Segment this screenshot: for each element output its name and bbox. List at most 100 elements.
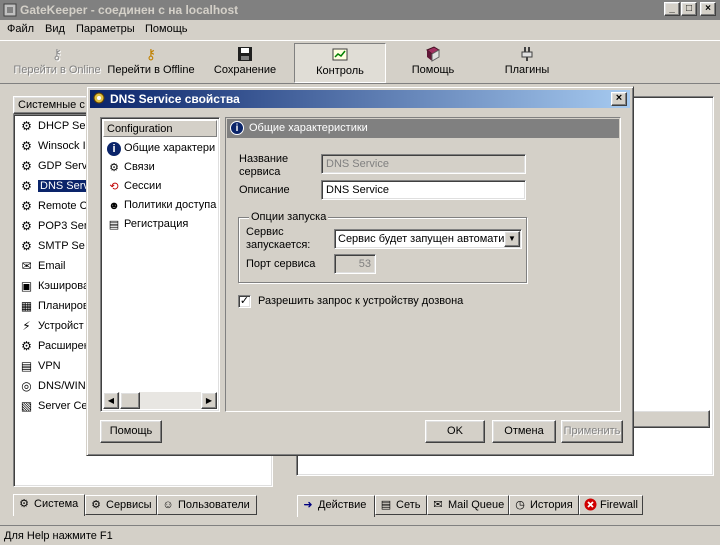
tab-network[interactable]: ▤ Сеть [375, 495, 427, 515]
general-properties-panel: i Общие характеристики Название сервиса … [225, 117, 621, 412]
scroll-left-arrow-icon[interactable]: ◀ [103, 392, 119, 409]
tab-mail-queue-label: Mail Queue [448, 499, 505, 511]
services-icon: ⚙ [91, 499, 101, 511]
control-label: Контроль [316, 65, 364, 77]
menu-bar: Файл Вид Параметры Помощь [0, 20, 720, 40]
tab-users[interactable]: ☺ Пользователи [157, 495, 257, 515]
monitor-chart-icon [331, 47, 349, 63]
dns-wins-icon: ◎ [21, 379, 32, 393]
list-item-label: Winsock I [38, 140, 86, 152]
go-offline-label: Перейти в Offline [107, 64, 195, 76]
apply-button[interactable]: Применить [561, 420, 623, 443]
help-button[interactable]: Помощь [100, 420, 162, 443]
tab-action[interactable]: ➜ Действие [297, 495, 375, 517]
tab-history-label: История [530, 499, 573, 511]
users-icon: ☺ [162, 499, 174, 511]
nav-item-general[interactable]: i Общие характери [106, 140, 218, 159]
key-disconnect-icon: ⚷ [145, 46, 157, 62]
gatekeeper-app-icon [3, 3, 17, 17]
tab-users-label: Пользователи [178, 499, 250, 511]
scroll-thumb[interactable] [120, 392, 140, 409]
log-document-icon: ▤ [108, 219, 120, 231]
dns-properties-dialog: DNS Service свойства × Configuration i Об… [86, 86, 634, 456]
start-mode-value: Сервис будет запущен автомати [338, 233, 505, 245]
section-header: i Общие характеристики [227, 119, 619, 138]
dialog-title-bar: DNS Service свойства × [90, 90, 630, 108]
port-label: Порт сервиса [246, 258, 316, 270]
config-nav-tree[interactable]: Configuration i Общие характери ⚙ Связи ⟲ С… [100, 117, 220, 412]
description-field[interactable]: DNS Service [321, 180, 526, 200]
horizontal-scrollbar[interactable]: ◀ ▶ [103, 392, 217, 409]
list-item-label: Расширен [38, 340, 90, 352]
section-title: Общие характеристики [249, 122, 368, 134]
nav-item-label: Общие характери [124, 142, 216, 154]
info-icon: i [107, 142, 121, 156]
nav-item-links[interactable]: ⚙ Связи [106, 159, 218, 178]
port-field: 53 [334, 254, 376, 274]
service-name-label: Название сервиса [239, 153, 289, 178]
links-icon: ⚙ [109, 162, 119, 174]
maximize-button[interactable]: □ [681, 2, 697, 16]
extension-icon: ⚙ [21, 339, 32, 353]
allow-dialup-label[interactable]: Разрешить запрос к устройству дозвона [258, 295, 463, 308]
description-label: Описание [239, 184, 290, 196]
close-button[interactable]: × [700, 2, 716, 16]
save-button[interactable]: Сохранение [200, 43, 290, 83]
main-title-bar: GateKeeper - соединен с на localhost _ □… [0, 0, 720, 20]
scheduler-icon: ▦ [20, 299, 33, 313]
plugins-button[interactable]: Плагины [484, 43, 570, 83]
plug-icon [518, 46, 536, 62]
list-item-label: POP3 Ser [38, 220, 88, 232]
go-online-button[interactable]: ⚷ Перейти в Online [10, 43, 104, 83]
tab-system[interactable]: ⚙ Система [13, 494, 85, 516]
list-item-label: Server Ce [38, 400, 88, 412]
ok-button[interactable]: OK [425, 420, 485, 443]
nav-item-access-policies[interactable]: ☻ Политики доступа [106, 197, 218, 216]
allow-dialup-checkbox[interactable]: ✓ [238, 295, 251, 308]
network-icon: ▤ [380, 499, 392, 511]
menu-view[interactable]: Вид [45, 23, 65, 35]
nav-item-label: Сессии [124, 180, 162, 192]
help-toolbar-button[interactable]: Помощь [390, 43, 476, 83]
tab-firewall[interactable]: Firewall [579, 495, 643, 515]
tab-mail-queue[interactable]: ✉ Mail Queue [427, 495, 509, 515]
list-item-label: Планиров [38, 300, 89, 312]
dialog-close-button[interactable]: × [611, 92, 627, 106]
menu-help[interactable]: Помощь [145, 23, 188, 35]
list-item-label: Email [38, 260, 66, 272]
info-icon: i [230, 121, 244, 135]
action-icon: ➜ [303, 499, 313, 511]
tab-history[interactable]: ◷ История [509, 495, 579, 515]
floppy-disk-icon [236, 46, 254, 62]
sessions-icon: ⟲ [109, 181, 119, 193]
service-name-field: DNS Service [321, 154, 526, 174]
mail-icon: ✉ [433, 499, 443, 511]
minimize-button[interactable]: _ [664, 2, 680, 16]
cache-icon: ▣ [20, 279, 33, 293]
cancel-button[interactable]: Отмена [492, 420, 556, 443]
startup-options-group: Опции запуска Сервис запускается: Сервис… [238, 211, 527, 283]
scroll-right-arrow-icon[interactable]: ▶ [201, 392, 217, 409]
service-gear-icon: ⚙ [21, 239, 32, 253]
tab-services[interactable]: ⚙ Сервисы [85, 495, 157, 515]
menu-settings[interactable]: Параметры [76, 23, 135, 35]
firewall-icon [583, 498, 597, 512]
vpn-icon: ▤ [20, 359, 33, 373]
start-mode-select[interactable]: Сервис будет запущен автомати ▼ [334, 229, 522, 249]
control-button[interactable]: Контроль [294, 43, 386, 83]
status-bar: Для Help нажмите F1 [0, 525, 720, 545]
window-title: GateKeeper - соединен с на localhost [20, 3, 239, 17]
device-icon: ⚡ [22, 319, 31, 333]
tab-system-label: Система [34, 498, 79, 510]
nav-header: Configuration [103, 120, 217, 137]
menu-file[interactable]: Файл [7, 23, 34, 35]
nav-item-sessions[interactable]: ⟲ Сессии [106, 178, 218, 197]
service-gear-icon: ⚙ [21, 199, 32, 213]
go-offline-button[interactable]: ⚷ Перейти в Offline [104, 43, 198, 83]
nav-item-logging[interactable]: ▤ Регистрация [106, 216, 218, 235]
tab-services-label: Сервисы [106, 499, 152, 511]
chevron-down-icon[interactable]: ▼ [504, 231, 520, 247]
go-online-label: Перейти в Online [13, 64, 101, 76]
list-item-label: Кэширова [38, 280, 90, 292]
tab-firewall-label: Firewall [600, 499, 638, 511]
